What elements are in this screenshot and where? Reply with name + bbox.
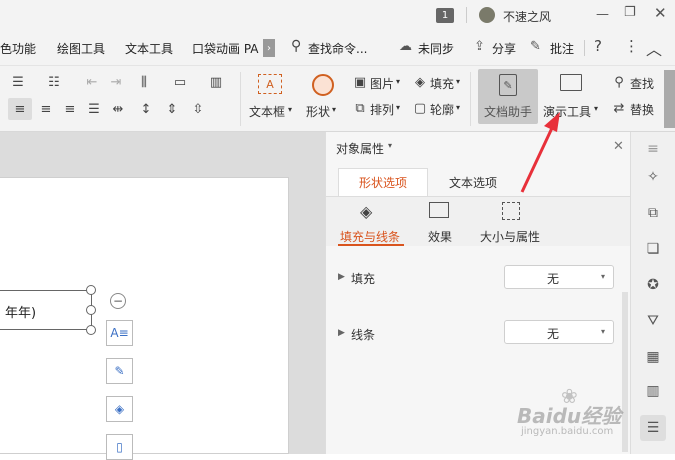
watermark-url: jingyan.baidu.com — [521, 426, 614, 437]
baidu-watermark: ❀ Baidu经验 jingyan.baidu.com — [515, 384, 640, 448]
watermark-brand: Baidu经验 — [517, 404, 622, 428]
